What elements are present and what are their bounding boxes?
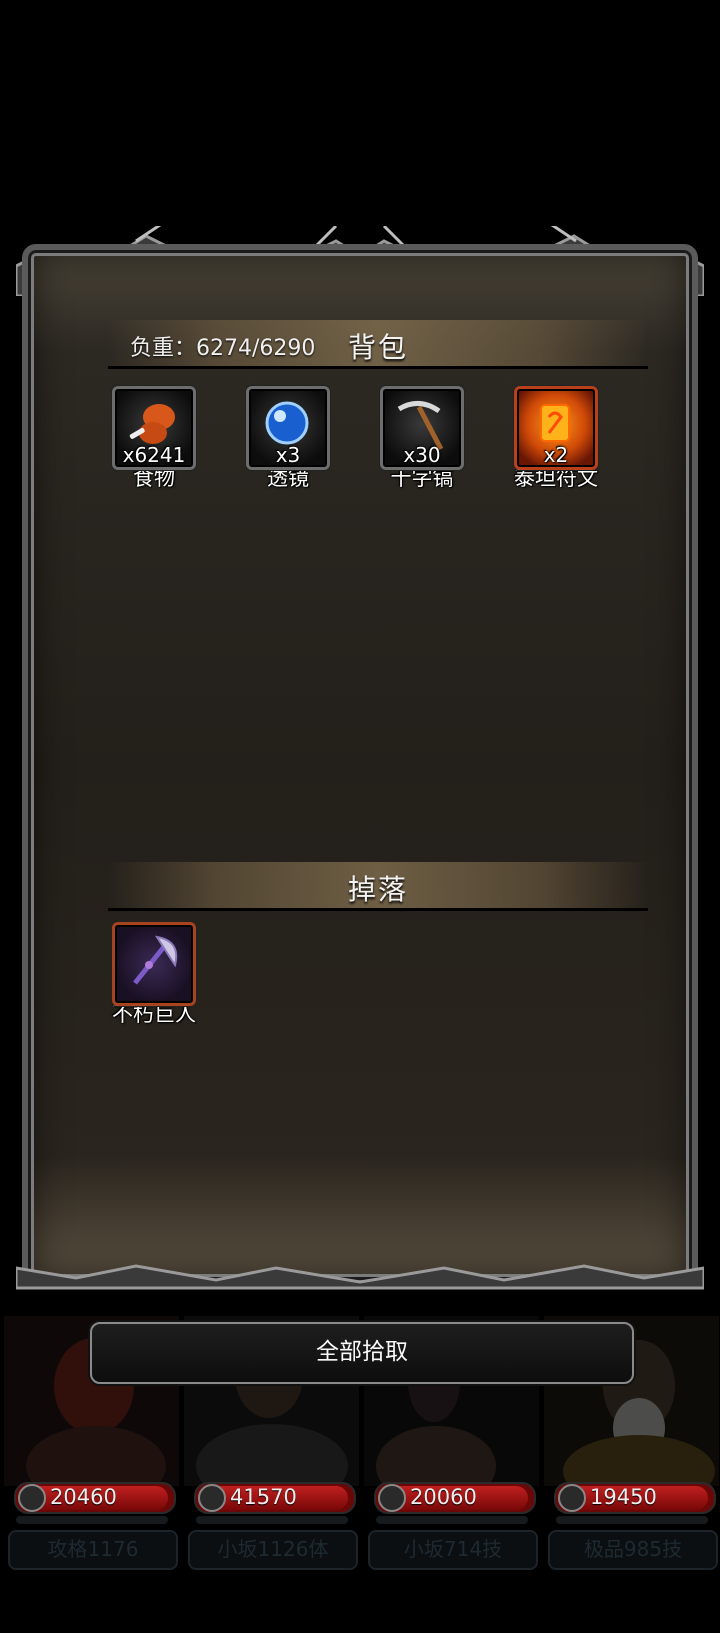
hp-bar: 20060	[374, 1482, 536, 1514]
item-slot: x6241	[112, 386, 196, 470]
item-count: x3	[275, 443, 301, 467]
parchment-background: 负重：6274/6290 背包 x6241 食物 x3 透镜 x30 十字镐 x…	[22, 244, 698, 1286]
hp-value: 41570	[230, 1485, 297, 1509]
backpack-item-pickaxe[interactable]: x30 十字镐	[380, 386, 464, 492]
hp-value: 20460	[50, 1485, 117, 1509]
divider	[16, 1516, 168, 1524]
item-slot: x2	[514, 386, 598, 470]
hp-bar: 41570	[194, 1482, 356, 1514]
item-count: x6241	[122, 443, 186, 467]
hp-value: 19450	[590, 1485, 657, 1509]
item-count: x2	[543, 443, 569, 467]
item-slot	[112, 922, 196, 1006]
hp-bar: 19450	[554, 1482, 716, 1514]
item-slot: x30	[380, 386, 464, 470]
backpack-item-titan-rune[interactable]: x2 泰坦符文	[514, 386, 598, 492]
item-slot: x3	[246, 386, 330, 470]
hp-bar: 20460	[14, 1482, 176, 1514]
backpack-header: 负重：6274/6290 背包	[108, 320, 648, 369]
backpack-item-lens[interactable]: x3 透镜	[246, 386, 330, 492]
pickup-all-button[interactable]: 全部拾取	[90, 1322, 634, 1384]
hero-name: 小坂1126体	[188, 1530, 358, 1570]
item-count: x30	[403, 443, 441, 467]
hero-name: 极品985技	[548, 1530, 718, 1570]
drops-title: 掉落	[347, 873, 408, 906]
divider	[556, 1516, 708, 1524]
backpack-item-food[interactable]: x6241 食物	[112, 386, 196, 492]
divider	[196, 1516, 348, 1524]
sword-icon	[378, 1484, 406, 1512]
hero-name: 攻格1176	[8, 1530, 178, 1570]
sword-icon	[18, 1484, 46, 1512]
hero-name: 小坂714技	[368, 1530, 538, 1570]
axe-weapon-icon	[133, 935, 178, 985]
backpack-title: 背包	[347, 331, 408, 364]
hp-value: 20060	[410, 1485, 477, 1509]
inventory-panel: 负重：6274/6290 背包 x6241 食物 x3 透镜 x30 十字镐 x…	[16, 226, 704, 1290]
divider	[376, 1516, 528, 1524]
drops-header: 掉落	[108, 862, 648, 911]
drop-item-immortal-giant[interactable]: 不朽巨人	[112, 922, 196, 1028]
ornate-frame-bottom	[16, 1264, 704, 1290]
sword-icon	[558, 1484, 586, 1512]
sword-icon	[198, 1484, 226, 1512]
